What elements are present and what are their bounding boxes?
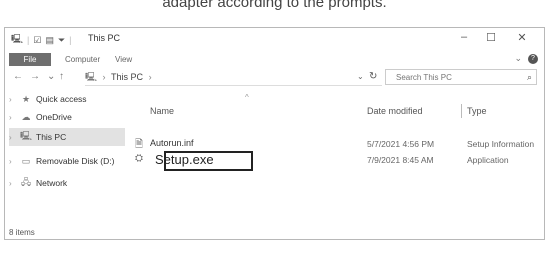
new-folder-icon[interactable]: ▤ (45, 35, 54, 46)
file-type: Application (467, 155, 509, 165)
back-button[interactable]: ← (13, 71, 23, 82)
sidebar-item-this-pc[interactable]: › 🖳 This PC (9, 128, 125, 146)
close-button[interactable]: ✕ (510, 31, 534, 44)
sidebar-item-quick-access[interactable]: › ★ Quick access (9, 90, 125, 108)
sidebar-item-network[interactable]: › 🖧 Network (9, 174, 125, 192)
minimize-button[interactable]: – (452, 31, 476, 43)
ribbon-tabs: File Computer View ⌄ ? (5, 50, 544, 66)
refresh-icon[interactable]: ↻ (369, 71, 377, 82)
column-header-name[interactable]: Name (150, 106, 174, 116)
up-button[interactable]: ↑ (59, 71, 64, 82)
setup-highlight-box (164, 151, 253, 171)
forward-button[interactable]: → (30, 71, 40, 82)
properties-icon[interactable]: ☑ (33, 35, 41, 46)
expand-chevron-icon[interactable]: › (9, 113, 19, 122)
address-row: ← → ⌄ ↑ 🖳 › This PC › ⌄ ↻ ⌕ (5, 68, 544, 88)
star-icon: ★ (21, 93, 31, 104)
sort-ascending-icon: ^ (245, 93, 249, 102)
address-bar[interactable]: 🖳 › This PC › (85, 69, 382, 86)
navigation-pane: › ★ Quick access › ☁ OneDrive › 🖳 This P… (5, 90, 129, 225)
column-divider[interactable] (461, 104, 462, 118)
breadcrumb-chevron[interactable]: › (149, 69, 152, 85)
expand-ribbon-icon[interactable]: ⌄ (514, 53, 522, 64)
expand-chevron-icon[interactable]: › (9, 179, 19, 188)
computer-icon: 🖳 (19, 131, 32, 141)
file-row-autorun[interactable]: 🗎 Autorun.inf 5/7/2021 4:56 PM Setup Inf… (133, 136, 544, 152)
file-type: Setup Information (467, 139, 535, 149)
file-date: 7/9/2021 8:45 AM (367, 155, 434, 165)
status-item-count: 8 items (9, 228, 35, 237)
cloud-icon: ☁ (21, 111, 31, 122)
maximize-button[interactable]: ☐ (479, 31, 503, 44)
recent-locations-button[interactable]: ⌄ (47, 71, 55, 82)
title-bar: 🖳 | ☑ ▤ ⏷ | This PC – ☐ ✕ (5, 28, 544, 50)
file-name: Autorun.inf (150, 138, 194, 148)
expand-chevron-icon[interactable]: › (9, 157, 19, 166)
breadcrumb-this-pc[interactable]: This PC (111, 69, 143, 85)
computer-icon: 🖳 (85, 72, 98, 82)
address-dropdown-icon[interactable]: ⌄ (357, 72, 364, 81)
breadcrumb-separator: › (102, 72, 106, 82)
tab-computer[interactable]: Computer (65, 55, 100, 64)
help-icon[interactable]: ? (528, 53, 538, 64)
file-explorer-window: 🖳 | ☑ ▤ ⏷ | This PC – ☐ ✕ File Computer … (4, 27, 545, 240)
network-icon: 🖧 (20, 177, 32, 187)
installer-icon: ⛭ (135, 153, 143, 164)
tab-view[interactable]: View (115, 55, 132, 64)
expand-chevron-icon[interactable]: › (9, 95, 19, 104)
tab-file[interactable]: File (9, 53, 51, 66)
search-icon[interactable]: ⌕ (527, 72, 532, 83)
quick-access-toolbar: 🖳 | ☑ ▤ ⏷ | (11, 32, 72, 48)
search-input[interactable] (394, 72, 518, 83)
sidebar-item-onedrive[interactable]: › ☁ OneDrive (9, 108, 125, 126)
sidebar-item-removable-disk[interactable]: › ▭ Removable Disk (D:) (9, 152, 125, 170)
customize-qat-icon[interactable]: ⏷ (58, 35, 65, 46)
column-header-date[interactable]: Date modified (367, 106, 423, 116)
column-header-type[interactable]: Type (467, 106, 487, 116)
expand-chevron-icon[interactable]: › (9, 133, 19, 142)
file-date: 5/7/2021 4:56 PM (367, 139, 435, 149)
instruction-caption: adapter according to the prompts. (162, 0, 387, 11)
removable-disk-icon: ▭ (21, 155, 31, 166)
search-box[interactable]: ⌕ (385, 69, 537, 85)
explorer-icon: 🖳 (11, 34, 24, 44)
window-title: This PC (88, 33, 121, 43)
